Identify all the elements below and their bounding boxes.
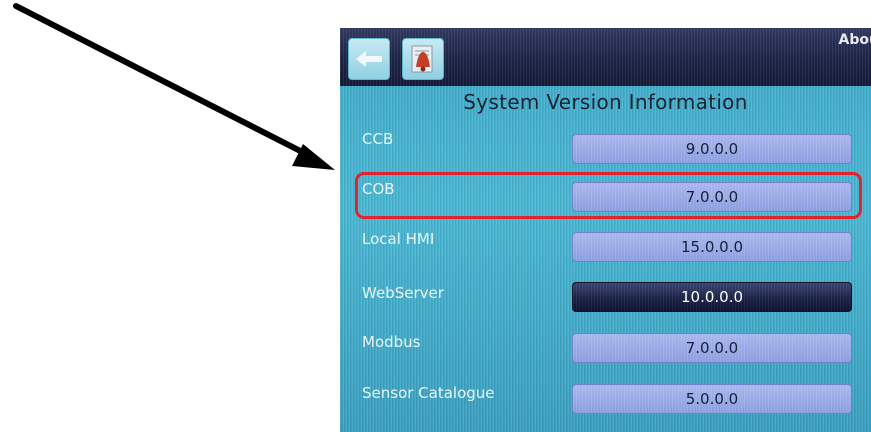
- webserver-label: WebServer: [362, 284, 444, 302]
- webserver-version-field[interactable]: 10.0.0.0: [572, 282, 852, 312]
- ccb-version-field[interactable]: 9.0.0.0: [572, 134, 852, 164]
- modbus-version-field[interactable]: 7.0.0.0: [572, 333, 852, 363]
- ccb-label: CCB: [362, 130, 394, 148]
- back-button[interactable]: [348, 38, 390, 80]
- hmi-screen: Abou System Version Information CCB 9.0.…: [340, 28, 871, 432]
- sensor-catalogue-label: Sensor Catalogue: [362, 384, 495, 402]
- top-bar: Abou: [340, 28, 871, 86]
- sensor-catalogue-version-field[interactable]: 5.0.0.0: [572, 384, 852, 414]
- alarm-bell-icon: [411, 45, 433, 73]
- page-title: System Version Information: [463, 90, 748, 114]
- local-hmi-label: Local HMI: [362, 230, 435, 248]
- alarm-button[interactable]: [402, 38, 444, 80]
- local-hmi-version-field[interactable]: 15.0.0.0: [572, 232, 852, 262]
- highlight-box: [355, 172, 862, 219]
- back-arrow-icon: [356, 51, 382, 67]
- modbus-label: Modbus: [362, 333, 421, 351]
- about-title: Abou: [838, 32, 871, 48]
